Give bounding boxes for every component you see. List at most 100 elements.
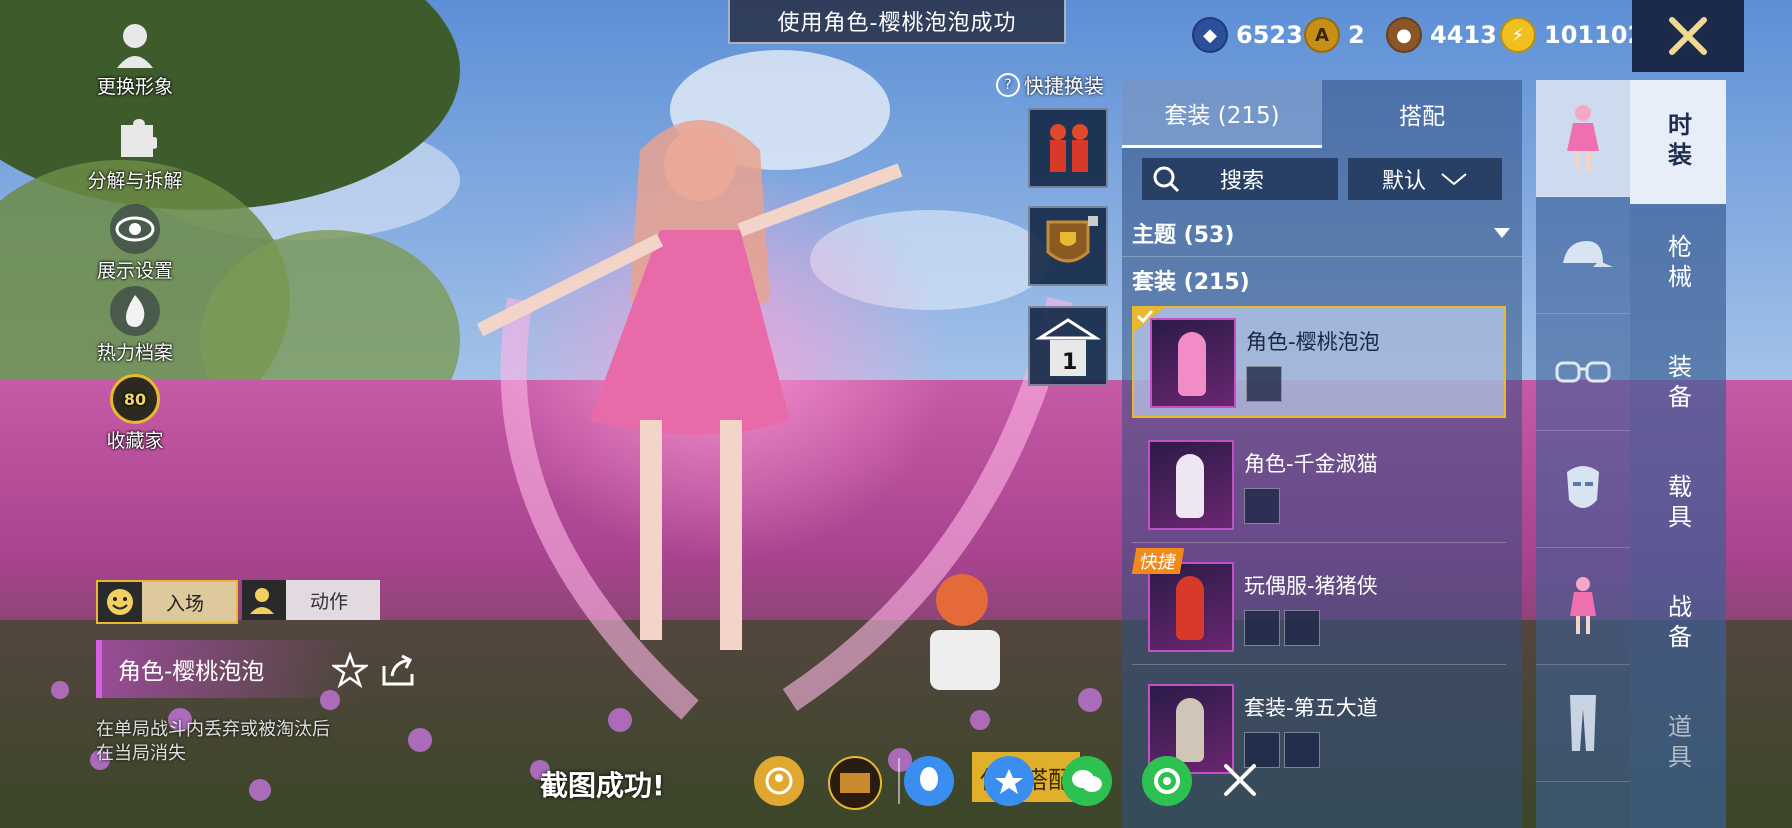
category-items[interactable]: 道具	[1630, 684, 1726, 804]
currency-bronze[interactable]: ● 4413	[1386, 12, 1497, 58]
quick-slot-hanger[interactable]: 1	[1028, 306, 1108, 386]
sapphire-coin-icon: ◆	[1192, 17, 1228, 53]
decompose-button[interactable]: 分解与拆解	[80, 114, 190, 193]
quick-slot-locked[interactable]	[1028, 206, 1108, 286]
tab-suits[interactable]: 套装 (215)	[1122, 80, 1322, 148]
avatar-icon	[110, 20, 160, 70]
search-input[interactable]: 搜索	[1142, 158, 1338, 200]
favorite-star-icon[interactable]	[330, 651, 370, 692]
slot-icon-column	[1536, 80, 1630, 828]
quick-change-label[interactable]: ? 快捷换装	[996, 70, 1104, 99]
quick-change-text: 快捷换装	[1024, 74, 1104, 98]
glasses-icon	[1555, 361, 1611, 383]
mask-icon	[1567, 466, 1599, 508]
tool-label: 更换形象	[96, 76, 173, 98]
action-person-icon	[242, 580, 286, 620]
dropdown-triangle-icon	[1494, 228, 1510, 238]
moments-icon[interactable]	[1142, 756, 1192, 806]
qq-icon[interactable]	[904, 756, 954, 806]
panel-tabs: 套装 (215) 搭配	[1122, 80, 1522, 148]
outfit-item-lady-cat[interactable]: 角色-千金淑猫	[1132, 430, 1506, 543]
slot-mask[interactable]	[1536, 431, 1630, 548]
outfit-small-icon	[1570, 577, 1596, 634]
wechat-icon[interactable]	[1062, 756, 1112, 806]
note-line: 在单局战斗内丢弃或被淘汰后	[96, 719, 330, 740]
category-vehicles[interactable]: 载具	[1630, 444, 1726, 564]
theme-section[interactable]: 主题 (53)	[1122, 210, 1522, 257]
theme-section-label: 主题 (53)	[1132, 223, 1235, 248]
character-name: 角色-樱桃泡泡	[118, 659, 265, 685]
category-gear[interactable]: 装备	[1630, 324, 1726, 444]
display-settings-button[interactable]: 展示设置	[80, 204, 190, 283]
chevron-down-icon	[1441, 173, 1467, 186]
sort-label: 默认	[1381, 169, 1426, 194]
help-icon: ?	[996, 72, 1020, 97]
hanger-count: 1	[1062, 350, 1078, 375]
album-icon[interactable]	[754, 756, 804, 806]
search-placeholder: 搜索	[1220, 169, 1265, 194]
action-anim-button[interactable]: 动作	[242, 580, 380, 620]
outfit-piece-icon	[1284, 610, 1320, 646]
pig-suit-icon	[1050, 124, 1088, 172]
eye-icon	[110, 204, 160, 254]
slot-outfit-small[interactable]	[1536, 548, 1630, 665]
outfit-piece-icon	[1284, 732, 1320, 768]
currency-sapphire[interactable]: ◆ 6523	[1192, 12, 1303, 58]
suit-section-label: 套装 (215)	[1132, 270, 1250, 295]
currency-value: 101102	[1544, 21, 1645, 49]
tool-label: 收藏家	[106, 430, 164, 452]
outfit-piece-icon	[1244, 488, 1280, 524]
tab-combos[interactable]: 搭配	[1322, 80, 1522, 148]
tool-label: 展示设置	[96, 260, 173, 282]
slot-glasses[interactable]	[1536, 314, 1630, 431]
category-fashion[interactable]: 时装	[1630, 80, 1726, 204]
cap-icon	[1563, 241, 1613, 267]
currency-gold-a[interactable]: A 2	[1304, 12, 1365, 58]
slot-pants[interactable]	[1536, 665, 1630, 782]
character-name-plate: 角色-樱桃泡泡	[96, 640, 356, 698]
outfit-item-pig-hero[interactable]: 快捷 玩偶服-猪猪侠	[1131, 548, 1506, 665]
collection-badge-icon: 80	[110, 374, 160, 424]
bronze-coin-icon: ●	[1386, 17, 1422, 53]
currency-lightning[interactable]: ⚡ 101102	[1500, 12, 1644, 58]
character-note: 在单局战斗内丢弃或被淘汰后 在当局消失	[96, 718, 330, 766]
outfit-title: 玩偶服-猪猪侠	[1244, 574, 1378, 598]
outfit-title: 角色-樱桃泡泡	[1246, 330, 1380, 354]
share-divider	[898, 758, 900, 804]
category-guns[interactable]: 枪械	[1630, 204, 1726, 324]
qzone-icon[interactable]	[984, 756, 1034, 806]
entrance-anim-button[interactable]: 入场	[96, 580, 238, 624]
slot-hat[interactable]	[1536, 197, 1630, 314]
game-club-icon[interactable]	[828, 756, 882, 810]
close-icon	[1669, 17, 1707, 55]
collector-button[interactable]: 80 收藏家	[80, 374, 190, 453]
outfit-piece-icon	[1246, 366, 1282, 402]
close-icon	[1224, 764, 1256, 796]
change-avatar-button[interactable]: 更换形象	[80, 20, 190, 99]
background-scene	[0, 0, 1792, 828]
outfit-title: 角色-千金淑猫	[1244, 452, 1378, 476]
gold-a-coin-icon: A	[1304, 17, 1340, 53]
search-icon	[1153, 166, 1180, 193]
pants-icon	[1570, 695, 1596, 751]
currency-value: 4413	[1430, 21, 1497, 49]
flame-icon	[110, 286, 160, 336]
sort-dropdown[interactable]: 默认	[1348, 158, 1502, 200]
close-button[interactable]	[1632, 0, 1744, 72]
toast-message: 使用角色-樱桃泡泡成功	[728, 0, 1066, 44]
suit-section: 套装 (215)	[1122, 257, 1522, 303]
outfit-icon	[1567, 105, 1599, 171]
share-out-icon[interactable]	[380, 652, 416, 692]
slot-outfit[interactable]	[1536, 80, 1630, 197]
outfit-thumbnail	[1148, 440, 1234, 530]
note-line: 在当局消失	[96, 743, 186, 764]
tool-label: 热力档案	[96, 342, 173, 364]
quick-slot-pig-suit[interactable]	[1028, 108, 1108, 188]
outfit-piece-icon	[1244, 610, 1280, 646]
category-supplies[interactable]: 战备	[1630, 564, 1726, 684]
quick-badge: 快捷	[1131, 548, 1185, 574]
outfit-title: 套装-第五大道	[1244, 696, 1378, 720]
close-share-button[interactable]	[1220, 760, 1260, 804]
heat-archive-button[interactable]: 热力档案	[80, 286, 190, 365]
outfit-item-cherry-bubble[interactable]: 角色-樱桃泡泡	[1132, 306, 1506, 418]
